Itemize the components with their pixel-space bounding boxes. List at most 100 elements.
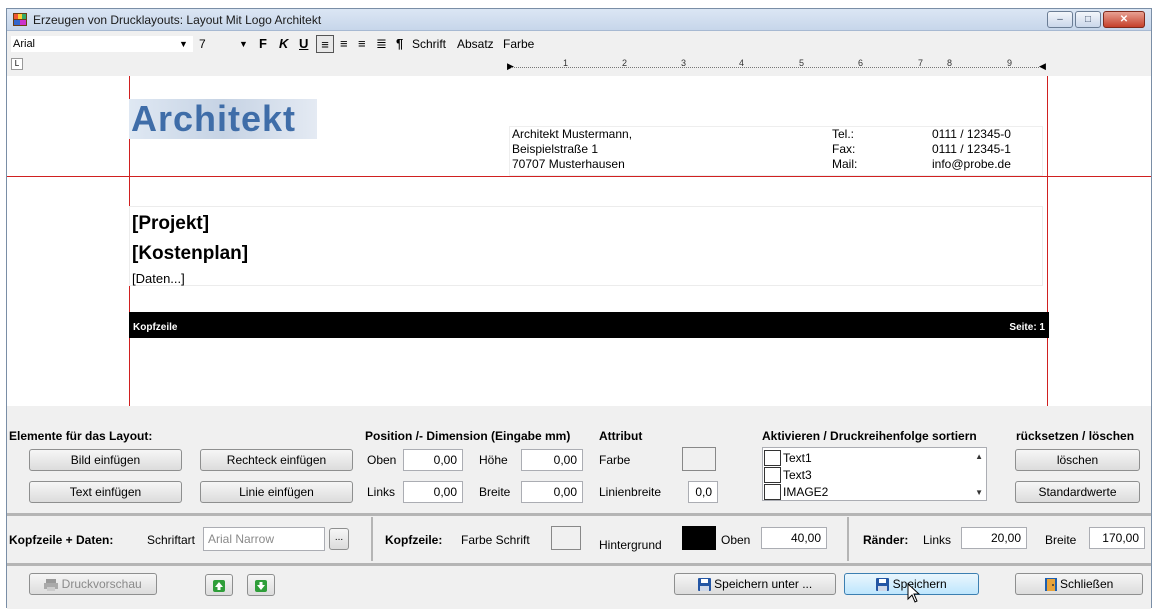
close-dialog-button[interactable]: Schließen xyxy=(1015,573,1143,595)
contact-label: Mail: xyxy=(832,157,858,171)
paragraph-mark-icon[interactable]: ¶ xyxy=(396,35,403,53)
move-up-button[interactable] xyxy=(205,574,233,596)
ruler-line xyxy=(511,67,1039,68)
scroll-down-icon[interactable]: ▼ xyxy=(975,488,983,497)
chevron-down-icon[interactable]: ▼ xyxy=(239,39,248,49)
checkbox[interactable] xyxy=(764,450,781,466)
scroll-up-icon[interactable]: ▲ xyxy=(975,452,983,461)
close-dialog-label: Schließen xyxy=(1059,577,1114,591)
minimize-button[interactable]: – xyxy=(1047,11,1073,28)
ruler-tick: 7 xyxy=(918,58,924,68)
position-title: Position /- Dimension (Eingabe mm) xyxy=(365,429,571,443)
header-bar-left: Kopfzeile xyxy=(133,322,178,333)
color-swatch[interactable] xyxy=(682,447,716,471)
separator xyxy=(7,563,1151,566)
list-item-label: Text3 xyxy=(783,468,812,482)
insert-rectangle-button[interactable]: Rechteck einfügen xyxy=(200,449,353,471)
ruler-tick: 9 xyxy=(1007,58,1013,68)
arrow-up-icon xyxy=(213,579,225,592)
ruler-tick: 2 xyxy=(622,58,628,68)
insert-line-button[interactable]: Linie einfügen xyxy=(200,481,353,503)
browse-font-button[interactable]: ... xyxy=(329,528,349,550)
italic-button[interactable]: K xyxy=(279,35,288,53)
height-field[interactable]: 0,00 xyxy=(521,449,583,471)
floppy-disk-icon xyxy=(697,578,711,592)
menu-farbe[interactable]: Farbe xyxy=(503,37,534,51)
top-field[interactable]: 0,00 xyxy=(403,449,463,471)
projekt-placeholder: [Projekt] xyxy=(132,213,210,234)
address-block[interactable]: Architekt Mustermann, Beispielstraße 1 7… xyxy=(509,126,1043,176)
header-bar-right: Seite: 1 xyxy=(1009,322,1045,333)
width-label: Breite xyxy=(479,485,511,499)
layout-canvas[interactable]: Architekt Architekt Mustermann, Beispiel… xyxy=(7,76,1151,406)
align-center-icon[interactable]: ≡ xyxy=(340,35,348,53)
chevron-down-icon[interactable]: ▼ xyxy=(179,39,188,49)
ruler-tick: 6 xyxy=(858,58,864,68)
elements-title: Elemente für das Layout: xyxy=(9,429,153,443)
align-right-icon[interactable]: ≡ xyxy=(358,35,366,53)
delete-button[interactable]: löschen xyxy=(1015,449,1140,471)
top-label: Oben xyxy=(367,453,397,467)
insert-text-button[interactable]: Text einfügen xyxy=(29,481,182,503)
ruler-tick: 8 xyxy=(947,58,953,68)
logo-text: Architekt xyxy=(131,98,297,139)
bold-button[interactable]: F xyxy=(259,35,267,53)
address-line: 70707 Musterhausen xyxy=(512,157,625,171)
margins-label: Ränder: xyxy=(863,533,909,547)
background-color-swatch[interactable] xyxy=(682,526,716,550)
save-as-button[interactable]: Speichern unter ... xyxy=(674,573,836,595)
kostenplan-placeholder: [Kostenplan] xyxy=(132,243,249,264)
width-field[interactable]: 0,00 xyxy=(521,481,583,503)
font-select[interactable]: Arial xyxy=(11,36,193,52)
format-toolbar: Arial ▼ 7 ▼ F K U ≡ ≡ ≡ ≣ ¶ Schrift Absa… xyxy=(7,32,1151,74)
header-bar[interactable]: Kopfzeile Seite: 1 xyxy=(129,312,1049,338)
header-label: Kopfzeile: xyxy=(385,533,443,547)
control-panel: Elemente für das Layout: Bild einfügen R… xyxy=(7,407,1151,609)
insert-image-button[interactable]: Bild einfügen xyxy=(29,449,182,471)
align-left-icon[interactable]: ≡ xyxy=(316,35,334,53)
element-order-list[interactable]: Text1 Text3 IMAGE2 ▲ ▼ xyxy=(762,447,987,501)
font-color-swatch[interactable] xyxy=(551,526,581,550)
mouse-cursor-icon xyxy=(907,583,921,603)
menu-schrift[interactable]: Schrift xyxy=(412,37,446,51)
align-justify-icon[interactable]: ≣ xyxy=(376,35,387,53)
header-top-field[interactable]: 40,00 xyxy=(761,527,827,549)
list-item[interactable]: Text3 xyxy=(763,467,963,483)
defaults-button[interactable]: Standardwerte xyxy=(1015,481,1140,503)
door-icon xyxy=(1044,578,1057,592)
separator xyxy=(847,517,849,561)
printer-icon xyxy=(44,578,59,591)
margin-width-field[interactable]: 170,00 xyxy=(1089,527,1145,549)
list-item[interactable]: IMAGE2 xyxy=(763,484,963,500)
header-font-field[interactable]: Arial Narrow xyxy=(203,527,325,551)
maximize-button[interactable]: □ xyxy=(1075,11,1101,28)
close-button[interactable]: ✕ xyxy=(1103,11,1145,28)
margin-left-field[interactable]: 20,00 xyxy=(961,527,1027,549)
menu-absatz[interactable]: Absatz xyxy=(457,37,494,51)
separator xyxy=(7,513,1151,516)
margin-width-label: Breite xyxy=(1045,533,1077,547)
ruler[interactable]: ▶ 1 2 3 4 5 6 7 8 9 ◀ xyxy=(507,58,1047,72)
contact-value: 0111 / 12345-1 xyxy=(932,142,1011,156)
tab-stop-icon[interactable]: L xyxy=(11,58,23,70)
app-icon xyxy=(13,13,27,26)
layout-editor-window: Erzeugen von Drucklayouts: Layout Mit Lo… xyxy=(6,8,1152,609)
save-as-label: Speichern unter ... xyxy=(714,577,813,591)
move-down-button[interactable] xyxy=(247,574,275,596)
left-field[interactable]: 0,00 xyxy=(403,481,463,503)
checkbox[interactable] xyxy=(764,467,781,483)
right-indent-marker-icon[interactable]: ◀ xyxy=(1039,61,1046,72)
line-width-field[interactable]: 0,0 xyxy=(688,481,718,503)
underline-button[interactable]: U xyxy=(299,35,308,53)
checkbox[interactable] xyxy=(764,484,781,500)
margin-left-label: Links xyxy=(923,533,952,547)
ruler-tick: 1 xyxy=(563,58,569,68)
print-preview-button[interactable]: Druckvorschau xyxy=(29,573,157,595)
right-margin-guide xyxy=(1047,76,1048,406)
left-label: Links xyxy=(367,485,396,499)
logo-image[interactable]: Architekt xyxy=(129,98,317,139)
list-item[interactable]: Text1 xyxy=(763,450,963,466)
activate-title: Aktivieren / Druckreihenfolge sortiern xyxy=(762,429,977,443)
project-header-block[interactable]: [Projekt] [Kostenplan] [Daten...] xyxy=(129,206,1043,286)
line-width-label: Linienbreite xyxy=(599,485,662,499)
